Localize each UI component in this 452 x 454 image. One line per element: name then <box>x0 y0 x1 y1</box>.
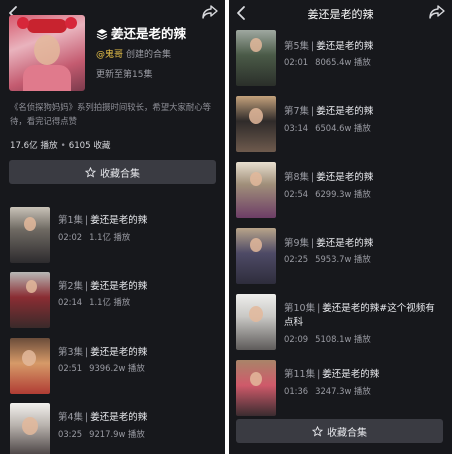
play-count: 17.6亿 播放 <box>10 141 58 151</box>
episode-meta: 02:51 9396.2w 播放 <box>58 363 145 373</box>
episode-thumbnail <box>236 30 276 86</box>
episode-thumbnail <box>10 272 50 328</box>
collection-stats: 17.6亿 播放 • 6105 收藏 <box>10 141 111 151</box>
episode-title: 第9集 | 姜还是老的辣 <box>284 238 374 249</box>
episode-meta: 02:54 6299.3w 播放 <box>284 189 371 199</box>
episode-title: 第8集 | 姜还是老的辣 <box>284 172 374 183</box>
episode-meta: 02:14 1.1亿 播放 <box>58 297 131 307</box>
episode-title: 第11集 | 姜还是老的辣 <box>284 369 380 380</box>
creator-suffix: 创建的合集 <box>126 50 172 60</box>
episode-meta: 03:14 6504.6w 播放 <box>284 123 371 133</box>
star-outline-icon <box>85 166 96 177</box>
episode-thumbnail <box>236 162 276 218</box>
share-arrow-icon[interactable] <box>428 4 446 20</box>
episode-meta: 01:36 3247.3w 播放 <box>284 386 371 396</box>
creator-name-link[interactable]: 鬼哥 <box>105 50 123 60</box>
update-status: 更新至第15集 <box>96 70 153 80</box>
episode-title: 第10集 | 姜还是老的辣#这个视频有 <box>284 303 435 314</box>
episode-thumbnail <box>236 228 276 284</box>
collection-title-text: 姜还是老的辣 <box>111 26 187 41</box>
episode-thumbnail <box>10 207 50 263</box>
share-arrow-icon[interactable] <box>201 4 219 20</box>
stack-icon <box>96 29 108 40</box>
star-outline-icon <box>312 425 323 436</box>
collect-button-label: 收藏合集 <box>327 427 367 439</box>
episode-thumbnail <box>10 338 50 394</box>
episode-meta: 02:02 1.1亿 播放 <box>58 232 131 242</box>
episode-title: 第3集 | 姜还是老的辣 <box>58 347 148 358</box>
page-title: 姜还是老的辣 <box>307 8 374 21</box>
episode-title: 第1集 | 姜还是老的辣 <box>58 215 148 226</box>
episode-title: 第5集 | 姜还是老的辣 <box>284 41 374 52</box>
collect-collection-button[interactable]: 收藏合集 <box>9 160 216 184</box>
episode-title: 第4集 | 姜还是老的辣 <box>58 412 148 423</box>
collection-cover-image[interactable] <box>9 15 85 91</box>
collection-description: 《名侦探狗妈妈》系列拍摄时间较长，希望大家耐心等待，看完记得点赞 <box>10 102 211 126</box>
episode-thumbnail <box>10 403 50 454</box>
episode-meta: 02:01 8065.4w 播放 <box>284 57 371 67</box>
episode-meta: 02:25 5953.7w 播放 <box>284 254 371 264</box>
episode-title-line2: 点科 <box>284 317 304 328</box>
collection-detail-panel: 姜还是老的辣 @鬼哥 创建的合集 更新至第15集 《名侦探狗妈妈》系列拍摄时间较长… <box>0 0 225 454</box>
episode-title: 第2集 | 姜还是老的辣 <box>58 281 148 292</box>
creator-at: @ <box>96 50 105 60</box>
episode-title: 第7集 | 姜还是老的辣 <box>284 106 374 117</box>
episode-thumbnail <box>236 294 276 350</box>
favorite-count: 6105 收藏 <box>68 141 111 151</box>
collect-collection-button[interactable]: 收藏合集 <box>236 419 443 443</box>
creator-line: @鬼哥 创建的合集 <box>96 47 171 60</box>
episode-thumbnail <box>236 360 276 416</box>
collect-button-label: 收藏合集 <box>100 168 140 180</box>
episode-meta: 03:25 9217.9w 播放 <box>58 429 145 439</box>
episode-list-panel: 姜还是老的辣 第5集 | 姜还是老的辣 02:01 8065.4w 播放 第7集 | 姜还… <box>229 0 452 454</box>
collection-title: 姜还是老的辣 <box>96 23 186 42</box>
episode-thumbnail <box>236 96 276 152</box>
episode-meta: 02:09 5108.1w 播放 <box>284 334 371 344</box>
